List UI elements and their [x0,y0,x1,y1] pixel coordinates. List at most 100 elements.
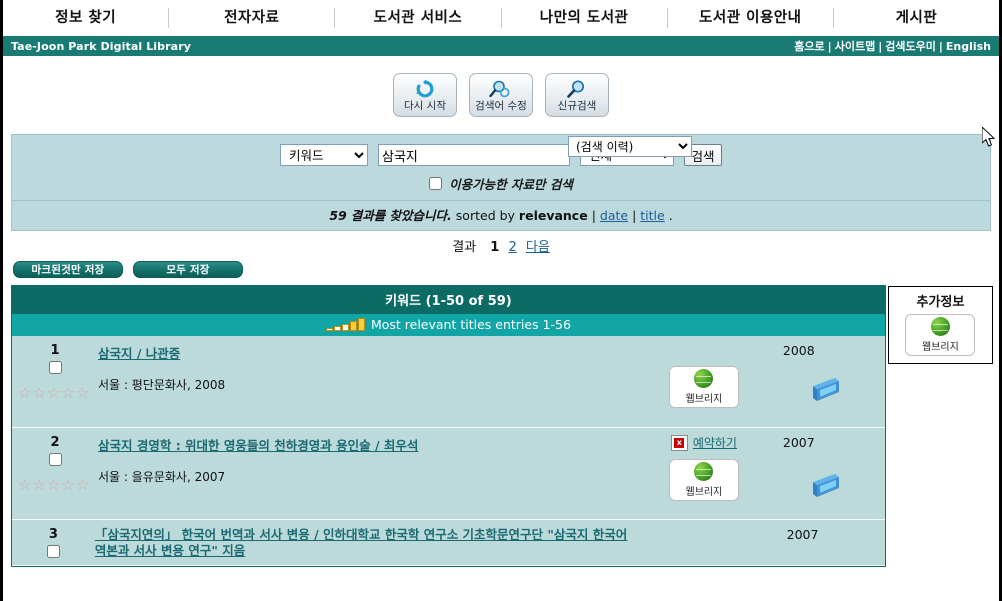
result-number: 2 [50,435,60,450]
results-subheader-text: Most relevant titles entries 1-56 [370,317,571,332]
restart-button[interactable]: 다시 시작 [393,73,457,117]
nav-item-1[interactable]: 전자자료 [169,7,336,28]
result-number: 3 [48,527,58,542]
result-row: 3 「삼국지연의」 한국어 번역과 서사 변용 / 인하대학교 한국학 연구소 … [12,520,885,566]
link-search-help[interactable]: 검색도우미 [885,40,936,53]
webbridge-label: 웹브리지 [922,342,959,353]
broken-image-icon: x [670,434,688,451]
result-select-checkbox[interactable] [48,361,62,374]
rating-stars[interactable]: ☆ ☆ ☆ ☆ ☆ [18,478,89,493]
sort-link-date[interactable]: date [600,208,628,223]
result-found-text: 결과를 찾았습니다. [350,208,452,223]
result-main-cell: 「삼국지연의」 한국어 번역과 서사 변용 / 인하대학교 한국학 연구소 기초… [95,520,638,565]
star-icon: ☆ [46,476,61,494]
pagination-next[interactable]: 다음 [526,240,550,255]
relevance-bar [333,326,341,331]
relevance-bar [325,328,333,331]
sidebar-webbridge-button[interactable]: 웹브리지 [905,314,976,356]
results-summary: 59 결과를 찾았습니다. sorted by relevance | date… [11,201,991,231]
sort-separator: | [632,208,637,223]
current-sort: relevance [518,208,588,223]
top-navigation: 정보 찾기 전자자료 도서관 서비스 나만의 도서관 도서관 이용안내 게시판 [3,0,999,36]
nav-item-0[interactable]: 정보 찾기 [3,7,170,28]
result-actions-cell [638,520,782,565]
link-english[interactable]: English [946,40,991,53]
hold-request-link[interactable]: 예약하기 [693,434,737,451]
magnifier-icon [566,79,588,99]
nav-item-2[interactable]: 도서관 서비스 [335,7,502,28]
rating-stars[interactable]: ☆ ☆ ☆ ☆ ☆ [18,386,89,401]
edit-search-icon [489,79,513,99]
result-imprint: 서울 : 평단문화사, 2008 [98,378,226,392]
library-title: Tae-Joon Park Digital Library [11,39,191,53]
result-year: 2007 [786,527,819,542]
search-input[interactable] [378,144,570,166]
sorted-by-label: sorted by [455,208,515,223]
summary-trailing: . [668,208,673,223]
search-toolbar: 다시 시작 검색어 수정 신규검색 (검색 이력) [3,56,999,157]
save-actions: 마크된것만 저장 모두 저장 [3,261,999,285]
page-root: 정보 찾기 전자자료 도서관 서비스 나만의 도서관 도서관 이용안내 게시판 … [0,0,1002,601]
refresh-icon [415,79,435,99]
result-select-checkbox[interactable] [46,545,60,558]
edit-search-button[interactable]: 검색어 수정 [469,73,533,117]
nav-label: 게시판 [895,9,938,26]
book-format-icon [809,474,843,500]
pagination-page-2[interactable]: 2 [508,240,516,255]
available-only-checkbox[interactable] [429,177,443,190]
nav-label: 정보 찾기 [55,9,117,26]
result-select-checkbox[interactable] [48,453,62,466]
utility-links: 홈으로 | 사이트맵 | 검색도우미 | English [794,38,991,54]
result-title-link[interactable]: 삼국지 경영학 : 위대한 영웅들의 천하경영과 용인술 / 최우석 [98,438,418,454]
webbridge-label: 웹브리지 [685,394,723,405]
search-history-select[interactable]: (검색 이력) [568,136,692,157]
nav-label: 나만의 도서관 [539,9,629,26]
save-all-button[interactable]: 모두 저장 [133,261,243,278]
webbridge-label: 웹브리지 [685,487,723,498]
result-actions-cell: x 예약하기 웹브리지 [629,428,779,519]
search-panel: 키워드 전체 검색 이용가능한 자료만 검색 [11,134,991,201]
result-number: 1 [50,343,60,358]
star-icon: ☆ [61,476,75,494]
nav-label: 전자자료 [224,9,280,26]
nav-item-4[interactable]: 도서관 이용안내 [668,7,834,28]
webbridge-button[interactable]: 웹브리지 [668,459,739,501]
sort-separator: | [591,208,596,223]
result-main-cell: 삼국지 경영학 : 위대한 영웅들의 천하경영과 용인술 / 최우석 서울 : … [98,428,629,519]
additional-info-card: 추가정보 웹브리지 [887,286,993,364]
save-marked-button[interactable]: 마크된것만 저장 [13,261,123,278]
available-only-label: 이용가능한 자료만 검색 [449,177,573,192]
result-title-link[interactable]: 「삼국지연의」 한국어 번역과 서사 변용 / 인하대학교 한국학 연구소 기초… [95,527,634,559]
nav-item-3[interactable]: 나만의 도서관 [502,7,668,28]
search-row: 키워드 전체 검색 [12,144,990,166]
brand-bar: Tae-Joon Park Digital Library 홈으로 | 사이트맵 | 검… [3,36,999,56]
link-sitemap[interactable]: 사이트맵 [835,40,875,53]
results-subheader: Most relevant titles entries 1-56 [12,314,885,336]
link-home[interactable]: 홈으로 [794,40,824,53]
edit-search-label: 검색어 수정 [475,99,527,112]
globe-icon [930,317,950,336]
link-separator: | [938,40,943,53]
relevance-bar [341,324,349,331]
nav-item-5[interactable]: 게시판 [834,8,999,28]
result-title-link[interactable]: 삼국지 / 나관중 [98,346,180,362]
pagination-label: 결과 [452,240,477,255]
relevance-bar [349,321,357,331]
sort-link-title[interactable]: title [640,208,664,223]
result-imprint: 서울 : 을유문화사, 2007 [98,470,226,484]
pagination-current: 1 [490,240,500,255]
search-field-select[interactable]: 키워드 [280,144,368,166]
relevance-bar [357,318,365,331]
star-icon: ☆ [61,384,75,402]
star-icon: ☆ [32,476,46,494]
result-index-cell: 2 ☆ ☆ ☆ ☆ ☆ [12,428,98,519]
star-icon: ☆ [32,384,46,402]
results-header-title: 키워드 (1-50 of 59) [12,286,885,314]
relevance-bars-icon [325,318,365,331]
results-and-sidebar: 키워드 (1-50 of 59) Most relevant titles en… [3,285,999,567]
result-year: 2008 [782,343,815,358]
new-search-button[interactable]: 신규검색 [545,73,609,117]
hold-request-row: x 예약하기 [670,434,737,451]
star-icon: ☆ [18,384,32,402]
webbridge-button[interactable]: 웹브리지 [668,366,739,408]
